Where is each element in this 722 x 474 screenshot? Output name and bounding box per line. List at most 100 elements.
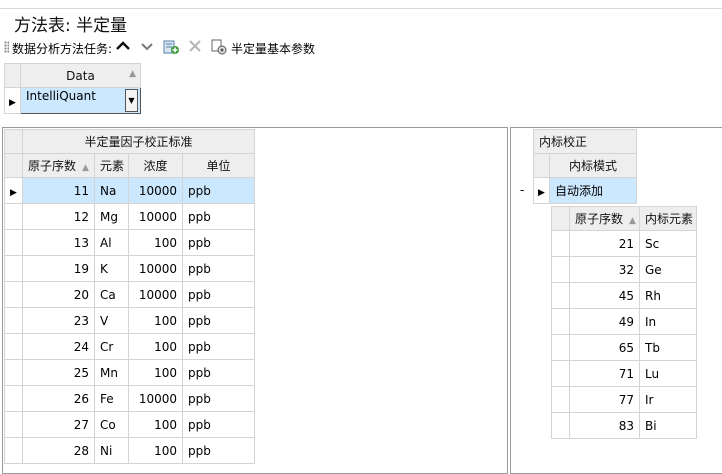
toolbar-grip[interactable] [4, 41, 9, 53]
cell-element[interactable]: In [639, 308, 697, 335]
table-row[interactable]: 45 Rh [551, 282, 697, 309]
table-row[interactable]: 65 Tb [551, 334, 697, 361]
column-header-atomic[interactable]: 原子序数 ▲ [22, 153, 95, 178]
cell-element[interactable]: Mg [94, 203, 129, 230]
cell-atomic[interactable]: 32 [569, 256, 640, 283]
cell-atomic[interactable]: 12 [22, 203, 95, 230]
table-row[interactable]: 28 Ni 100 ppb [4, 437, 256, 464]
cell-element[interactable]: Ni [94, 437, 129, 464]
cell-conc[interactable]: 10000 [128, 255, 183, 282]
settings-icon[interactable] [210, 38, 228, 56]
cell-element[interactable]: V [94, 307, 129, 334]
table-row[interactable]: 13 Al 100 ppb [4, 229, 256, 256]
column-header-element[interactable]: 元素 [94, 153, 129, 178]
dropdown-arrow-icon[interactable]: ▼ [125, 89, 138, 112]
table-row[interactable]: 21 Sc [551, 230, 697, 257]
row-selector[interactable] [4, 437, 23, 464]
row-selector[interactable] [4, 333, 23, 360]
row-selector[interactable] [4, 281, 23, 308]
cell-atomic[interactable]: 25 [22, 359, 95, 386]
cell-unit[interactable]: ppb [181, 307, 256, 334]
table-row[interactable]: 49 In [551, 308, 697, 335]
add-icon[interactable] [162, 38, 180, 56]
row-selector[interactable] [551, 386, 570, 413]
table-row[interactable]: 71 Lu [551, 360, 697, 387]
cell-element[interactable]: Fe [94, 385, 129, 412]
cell-atomic[interactable]: 45 [569, 282, 640, 309]
data-method-select[interactable]: IntelliQuant ▼ [20, 87, 141, 114]
row-selector[interactable] [551, 360, 570, 387]
cell-atomic[interactable]: 26 [22, 385, 95, 412]
table-row[interactable]: 20 Ca 10000 ppb [4, 281, 256, 308]
cell-conc[interactable]: 100 [128, 411, 183, 438]
chevron-down-icon[interactable] [138, 38, 156, 56]
cell-conc[interactable]: 100 [128, 437, 183, 464]
cell-conc[interactable]: 100 [128, 229, 183, 256]
table-row[interactable]: 83 Bi [551, 412, 697, 439]
row-selector[interactable] [551, 412, 570, 439]
table-row[interactable]: 19 K 10000 ppb [4, 255, 256, 282]
data-column-header[interactable]: Data ▲ [20, 63, 141, 88]
table-row[interactable]: 77 Ir [551, 386, 697, 413]
mode-column-header[interactable]: 内标模式 [548, 153, 638, 178]
cell-atomic[interactable]: 65 [569, 334, 640, 361]
row-selector[interactable]: ▶ [533, 177, 550, 204]
table-row[interactable]: 32 Ge [551, 256, 697, 283]
cell-unit[interactable]: ppb [181, 359, 256, 386]
table-row[interactable]: 23 V 100 ppb [4, 307, 256, 334]
row-selector[interactable] [4, 385, 23, 412]
row-selector[interactable] [4, 255, 23, 282]
column-header-conc[interactable]: 浓度 [128, 153, 183, 178]
row-selector[interactable] [551, 334, 570, 361]
row-selector[interactable] [4, 203, 23, 230]
cell-conc[interactable]: 10000 [128, 203, 183, 230]
row-selector[interactable] [4, 229, 23, 256]
cell-atomic[interactable]: 20 [22, 281, 95, 308]
cell-atomic[interactable]: 24 [22, 333, 95, 360]
cell-element[interactable]: K [94, 255, 129, 282]
table-row[interactable]: 27 Co 100 ppb [4, 411, 256, 438]
mode-cell[interactable]: 自动添加 [548, 177, 638, 204]
collapse-toggle[interactable]: - [520, 183, 524, 197]
cell-unit[interactable]: ppb [181, 411, 256, 438]
cell-atomic[interactable]: 77 [569, 386, 640, 413]
cell-unit[interactable]: ppb [181, 385, 256, 412]
column-header-atomic[interactable]: 原子序数 ▲ [569, 206, 640, 231]
cell-element[interactable]: Al [94, 229, 129, 256]
delete-icon[interactable] [186, 38, 204, 56]
cell-element[interactable]: Lu [639, 360, 697, 387]
table-row[interactable]: 26 Fe 10000 ppb [4, 385, 256, 412]
cell-element[interactable]: Mn [94, 359, 129, 386]
row-selector[interactable] [551, 256, 570, 283]
cell-conc[interactable]: 10000 [128, 177, 183, 204]
cell-unit[interactable]: ppb [181, 255, 256, 282]
cell-atomic[interactable]: 13 [22, 229, 95, 256]
cell-element[interactable]: Ge [639, 256, 697, 283]
cell-conc[interactable]: 10000 [128, 281, 183, 308]
cell-element[interactable]: Rh [639, 282, 697, 309]
chevron-up-icon[interactable] [114, 38, 132, 56]
cell-element[interactable]: Cr [94, 333, 129, 360]
table-row[interactable]: 25 Mn 100 ppb [4, 359, 256, 386]
row-selector[interactable] [4, 359, 23, 386]
cell-atomic[interactable]: 28 [22, 437, 95, 464]
cell-atomic[interactable]: 71 [569, 360, 640, 387]
row-selector[interactable] [4, 411, 23, 438]
table-row[interactable]: 12 Mg 10000 ppb [4, 203, 256, 230]
table-row[interactable]: 24 Cr 100 ppb [4, 333, 256, 360]
cell-atomic[interactable]: 27 [22, 411, 95, 438]
column-header-is-element[interactable]: 内标元素 [639, 206, 697, 231]
cell-atomic[interactable]: 23 [22, 307, 95, 334]
cell-conc[interactable]: 100 [128, 307, 183, 334]
row-selector[interactable] [4, 307, 23, 334]
cell-unit[interactable]: ppb [181, 203, 256, 230]
cell-element[interactable]: Tb [639, 334, 697, 361]
cell-element[interactable]: Ca [94, 281, 129, 308]
cell-element[interactable]: Bi [639, 412, 697, 439]
row-selector[interactable] [551, 282, 570, 309]
cell-atomic[interactable]: 11 [22, 177, 95, 204]
cell-unit[interactable]: ppb [181, 437, 256, 464]
cell-unit[interactable]: ppb [181, 281, 256, 308]
cell-element[interactable]: Co [94, 411, 129, 438]
basic-params-button[interactable]: 半定量基本参数 [231, 40, 315, 57]
